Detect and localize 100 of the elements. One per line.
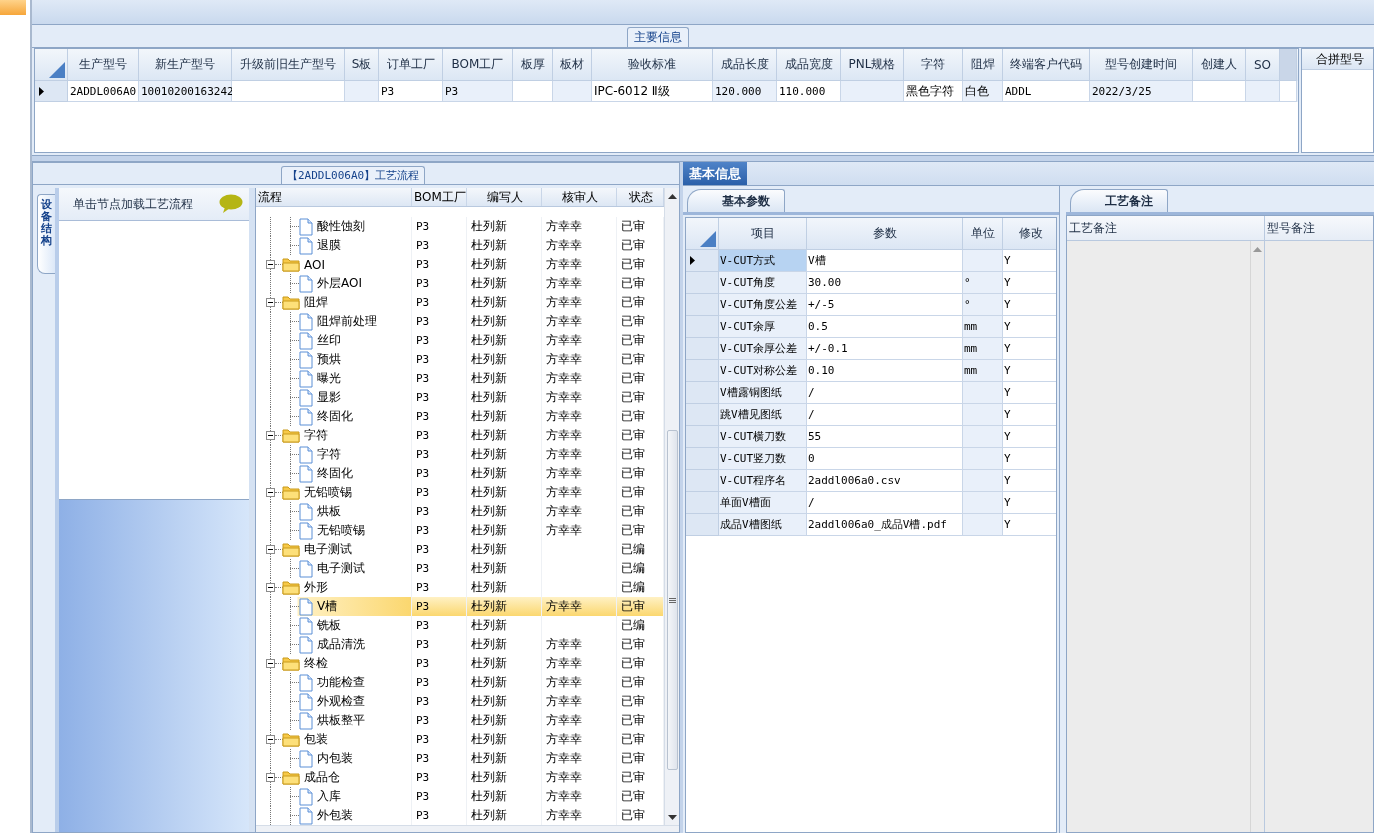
column-header[interactable]: 合拼型号 — [1302, 49, 1373, 70]
column-header[interactable]: 核审人 — [542, 188, 617, 206]
tree-node[interactable]: 外层AOI — [317, 275, 362, 292]
file-icon — [299, 388, 313, 407]
table-cell: 方幸幸 — [542, 293, 617, 312]
column-header[interactable]: 型号备注 — [1265, 216, 1373, 241]
tree-node[interactable]: AOI — [304, 257, 325, 272]
column-header[interactable]: BOM工厂 — [412, 188, 467, 206]
column-header[interactable]: 流程 — [256, 188, 412, 206]
folder-icon — [282, 656, 300, 671]
tree-node[interactable]: 外形 — [304, 579, 328, 596]
select-all-icon[interactable] — [49, 62, 65, 78]
tree-node[interactable]: 退膜 — [317, 237, 341, 254]
collapse-icon[interactable] — [266, 260, 275, 269]
table-cell: 2022/3/25 — [1090, 81, 1193, 102]
table-cell: Y — [1003, 426, 1056, 448]
select-all-icon[interactable] — [700, 231, 716, 247]
table-cell: P3 — [412, 540, 467, 559]
list-panel[interactable] — [59, 221, 249, 500]
table-cell: 方幸幸 — [542, 217, 617, 236]
splitter[interactable] — [249, 188, 255, 832]
tree-node[interactable]: 成品仓 — [304, 769, 340, 786]
table-cell: P3 — [412, 692, 467, 711]
file-icon — [299, 407, 313, 426]
collapse-icon[interactable] — [266, 659, 275, 668]
scrollbar[interactable] — [664, 188, 679, 825]
tree-node[interactable]: 字符 — [317, 446, 341, 463]
table-cell — [841, 81, 904, 102]
tree-node[interactable]: 阻焊前处理 — [317, 313, 377, 330]
scroll-down-icon[interactable] — [667, 814, 677, 820]
table-cell: V-CUT对称公差 — [719, 360, 807, 382]
tree-node[interactable]: 显影 — [317, 389, 341, 406]
tree-node[interactable]: 无铅喷锡 — [304, 484, 352, 501]
splitter[interactable] — [32, 156, 1374, 162]
tree-node[interactable]: 终检 — [304, 655, 328, 672]
file-icon — [299, 217, 313, 236]
table-cell: 杜列新 — [467, 654, 542, 673]
tree-node[interactable]: 包装 — [304, 731, 328, 748]
table-cell: P3 — [412, 464, 467, 483]
row-header[interactable] — [35, 81, 68, 102]
tree-node[interactable]: 烘板 — [317, 503, 341, 520]
side-tab[interactable]: 设备结构 — [37, 194, 55, 274]
tree-node[interactable]: 内包装 — [317, 750, 353, 767]
tree-node[interactable]: 无铅喷锡 — [317, 522, 365, 539]
table-cell: P3 — [412, 426, 467, 445]
table-cell: 0.5 — [807, 316, 963, 338]
table-cell: P3 — [412, 388, 467, 407]
collapse-icon[interactable] — [266, 773, 275, 782]
table-cell: Y — [1003, 470, 1056, 492]
column-header[interactable]: 工艺备注 — [1067, 216, 1264, 241]
table-cell: P3 — [412, 407, 467, 426]
table-cell: 杜列新 — [467, 255, 542, 274]
tree-node[interactable]: 烘板整平 — [317, 712, 365, 729]
scroll-up-icon[interactable] — [667, 193, 677, 199]
tree-node[interactable]: 曝光 — [317, 370, 341, 387]
tree-node[interactable]: 成品清洗 — [317, 636, 365, 653]
tree-node[interactable]: 外包装 — [317, 807, 353, 824]
collapse-icon[interactable] — [266, 431, 275, 440]
table-cell: / — [807, 492, 963, 514]
table-cell — [963, 382, 1003, 404]
scrollbar[interactable] — [256, 825, 679, 832]
grip-icon[interactable] — [668, 597, 676, 603]
tree-node[interactable]: 字符 — [304, 427, 328, 444]
row-header[interactable] — [686, 250, 719, 272]
table-cell: 杜列新 — [467, 787, 542, 806]
tree-node[interactable]: 丝印 — [317, 332, 341, 349]
collapse-icon[interactable] — [266, 298, 275, 307]
table-cell: P3 — [443, 81, 513, 102]
tree-node[interactable]: 终固化 — [317, 408, 353, 425]
params-tab[interactable]: 基本参数 — [687, 189, 785, 212]
tree-node[interactable]: 酸性蚀刻 — [317, 218, 365, 235]
table-cell: 方幸幸 — [542, 502, 617, 521]
notes-tab[interactable]: 工艺备注 — [1070, 189, 1168, 212]
tree-node[interactable]: 外观检查 — [317, 693, 365, 710]
tree-node[interactable]: 功能检查 — [317, 674, 365, 691]
collapse-icon[interactable] — [266, 488, 275, 497]
tree-node[interactable]: V槽 — [317, 598, 338, 615]
tree-node[interactable]: 终固化 — [317, 465, 353, 482]
table-cell: 方幸幸 — [542, 730, 617, 749]
tree-node[interactable]: 电子测试 — [304, 541, 352, 558]
tree-node[interactable]: 预烘 — [317, 351, 341, 368]
scrollbar[interactable] — [1250, 241, 1264, 832]
tree-node[interactable]: 铣板 — [317, 617, 341, 634]
collapse-icon[interactable] — [266, 545, 275, 554]
table-cell: 杜列新 — [467, 274, 542, 293]
tree-node[interactable]: 阻焊 — [304, 294, 328, 311]
collapse-icon[interactable] — [266, 583, 275, 592]
table-cell: P3 — [412, 445, 467, 464]
tree-node[interactable]: 电子测试 — [317, 560, 365, 577]
collapse-icon[interactable] — [266, 735, 275, 744]
table-cell: 杜列新 — [467, 711, 542, 730]
column-header[interactable]: 编写人 — [467, 188, 542, 206]
column-header[interactable] — [1280, 49, 1297, 81]
panel-tab[interactable]: 基本信息 — [683, 162, 747, 185]
menu-tab[interactable] — [0, 0, 26, 15]
table-cell: 方幸幸 — [542, 768, 617, 787]
table-cell: 杜列新 — [467, 768, 542, 787]
panel-title: 【2ADDL006A0】工艺流程 — [281, 166, 426, 184]
table-cell: 110.000 — [777, 81, 841, 102]
tree-node[interactable]: 入库 — [317, 788, 341, 805]
